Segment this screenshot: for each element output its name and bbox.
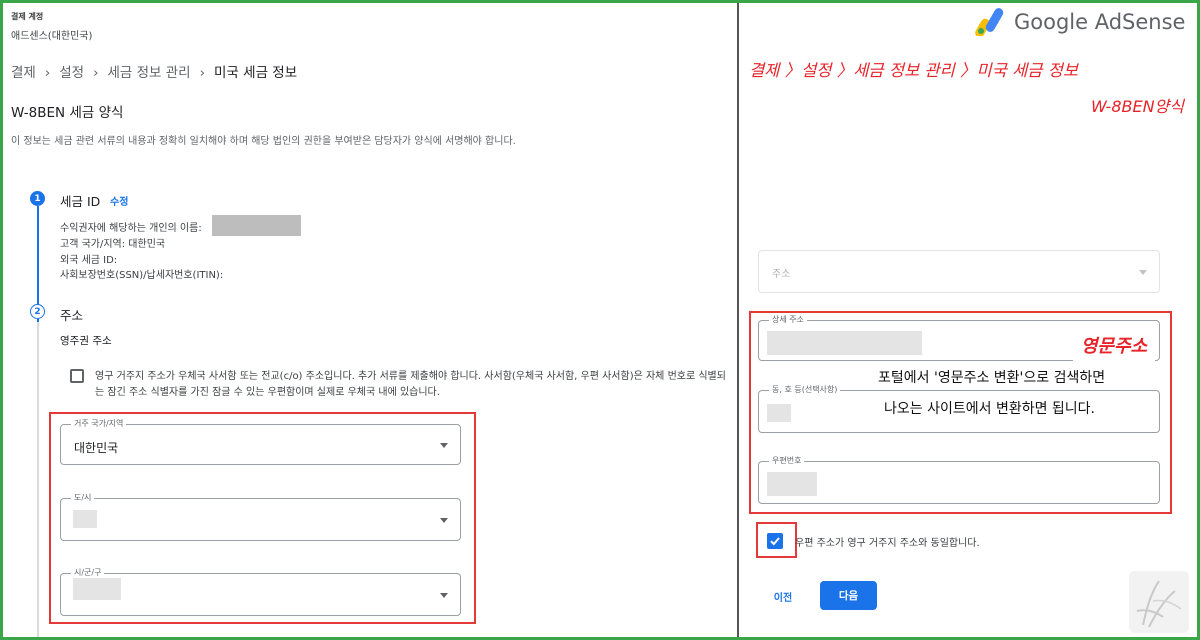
billing-account-label: 결제 계정 — [11, 12, 44, 21]
province-city-select[interactable]: 도/시 — [60, 492, 461, 541]
previous-button[interactable]: 이전 — [762, 582, 804, 610]
breadcrumb-item-us-tax: 미국 세금 정보 — [214, 65, 298, 81]
form-description: 이 정보는 세금 관련 서류의 내용과 정확히 일치해야 하며 해당 법인의 권… — [11, 136, 516, 147]
dropdown-arrow-icon — [440, 518, 448, 523]
annotation-form-name: W-8BEN양식 — [1090, 97, 1184, 116]
annotated-panel: Google AdSense 결제 〉설정 〉세금 정보 관리 〉미국 세금 정… — [739, 0, 1200, 640]
step-2-indicator: 2 — [30, 304, 45, 319]
dropdown-arrow-icon — [440, 593, 448, 598]
adsense-logo-icon — [975, 8, 1004, 36]
foreign-tax-id: 외국 세금 ID: — [60, 255, 118, 266]
residence-country-value: 대한민국 — [74, 441, 119, 455]
postal-code-label: 우편번호 — [769, 455, 805, 466]
postal-code-input[interactable]: 우편번호 — [758, 455, 1160, 504]
dropdown-arrow-icon — [1139, 270, 1147, 275]
po-box-checkbox[interactable] — [70, 369, 84, 383]
ssn-itin: 사회보장번호(SSN)/납세자번호(ITIN): — [60, 270, 224, 281]
next-button[interactable]: 다음 — [820, 581, 877, 610]
breadcrumb: 결제 › 설정 › 세금 정보 관리 › 미국 세금 정보 — [11, 61, 297, 81]
chevron-right-icon: › — [93, 65, 99, 81]
beneficiary-name-label: 수익권자에 해당하는 개인의 이름: — [60, 223, 202, 234]
checkmark-icon — [770, 537, 780, 546]
billing-account-name: 애드센스(대한민국) — [11, 31, 93, 42]
residence-country-select[interactable]: 거주 국가/지역 대한민국 — [60, 418, 461, 465]
dong-ho-label: 동, 호 등(선택사항) — [769, 384, 841, 395]
permanent-address-label: 영주권 주소 — [60, 335, 112, 347]
watermark-logo — [1129, 571, 1189, 633]
annotation-breadcrumb: 결제 〉설정 〉세금 정보 관리 〉미국 세금 정보 — [749, 61, 1079, 80]
tax-form-panel: 결제 계정 애드센스(대한민국) 결제 › 설정 › 세금 정보 관리 › 미국 세금 정보… — [0, 0, 737, 640]
step-2-title: 주소 — [60, 308, 84, 323]
annotation-note-line-1: 포털에서 '영문주소 변환'으로 검색하면 — [878, 367, 1106, 387]
edit-tax-id-link[interactable]: 수정 — [110, 193, 128, 208]
district-label: 시/군/구 — [71, 567, 105, 578]
blurred-value — [767, 404, 791, 422]
chevron-right-icon: › — [44, 65, 51, 81]
same-address-checkbox[interactable] — [767, 533, 783, 549]
state-select[interactable]: 주소 — [758, 250, 1160, 293]
chevron-right-icon: › — [199, 65, 206, 81]
step-1-indicator: 1 — [30, 191, 45, 206]
adsense-logo: Google AdSense — [975, 8, 1185, 36]
breadcrumb-item-settings[interactable]: 설정 — [59, 65, 84, 81]
step-1-title: 세금 ID — [60, 194, 101, 209]
customer-country: 고객 국가/지역: 대한민국 — [60, 239, 166, 250]
blurred-value — [767, 472, 817, 496]
residence-country-label: 거주 국가/지역 — [71, 418, 127, 429]
blurred-value — [767, 331, 922, 355]
dropdown-arrow-icon — [440, 443, 448, 448]
step-connector-pending — [37, 322, 39, 640]
same-address-label: 우편 주소가 영구 거주지 주소와 동일합니다. — [795, 538, 980, 549]
blurred-value — [73, 510, 97, 528]
state-placeholder: 주소 — [772, 269, 791, 280]
province-city-label: 도/시 — [71, 492, 95, 503]
district-select[interactable]: 시/군/구 — [60, 567, 461, 616]
detail-address-label: 상세 주소 — [769, 314, 807, 325]
breadcrumb-item-payments[interactable]: 결제 — [11, 65, 36, 81]
adsense-logo-text: Google AdSense — [1014, 10, 1186, 34]
english-address-tag: 영문주소 — [1073, 326, 1155, 363]
form-title: W-8BEN 세금 양식 — [11, 105, 124, 121]
redacted-name — [212, 215, 301, 236]
annotation-note-line-2: 나오는 사이트에서 변환하면 됩니다. — [884, 398, 1095, 418]
blurred-value — [73, 578, 121, 600]
po-box-checkbox-label: 영구 거주지 주소가 우체국 사서함 또는 전교(c/o) 주소입니다. 추가 … — [95, 371, 726, 398]
breadcrumb-item-tax-info[interactable]: 세금 정보 관리 — [108, 65, 191, 81]
